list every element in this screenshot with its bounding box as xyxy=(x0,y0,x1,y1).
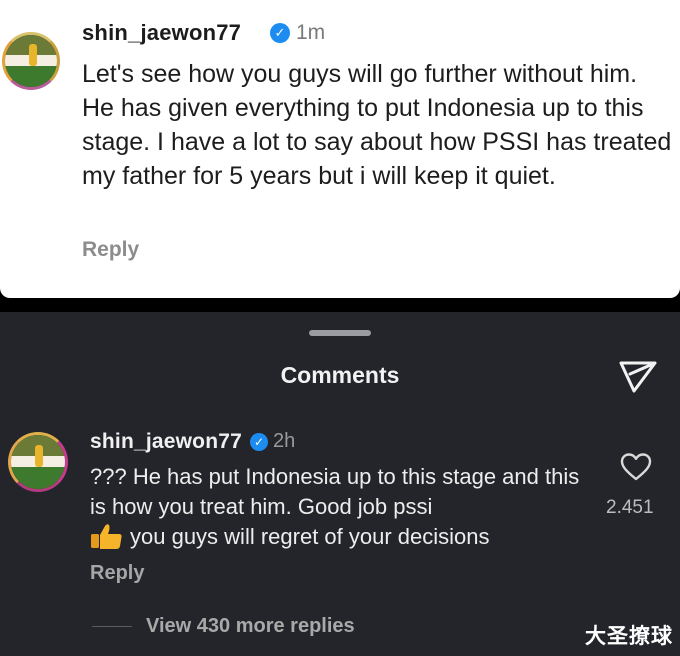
view-more-replies-button[interactable]: View 430 more replies xyxy=(146,615,355,638)
watermark: 大圣撩球 xyxy=(585,625,673,648)
avatar[interactable] xyxy=(2,32,60,90)
comment-timestamp: 2h xyxy=(273,430,296,452)
comment-text: Let's see how you guys will go further w… xyxy=(82,60,672,190)
thumbs-up-icon xyxy=(91,524,122,550)
sheet-drag-handle[interactable] xyxy=(309,330,371,336)
comment-text: ??? He has put Indonesia up to this stag… xyxy=(90,462,590,552)
reply-button[interactable]: Reply xyxy=(82,238,139,262)
like-count: 2.451 xyxy=(606,497,654,518)
verified-badge-icon: ✓ xyxy=(270,23,290,43)
top-comment-card: shin_jaewon77 ✓ 1m Let's see how you guy… xyxy=(0,0,680,298)
heart-icon[interactable] xyxy=(620,452,652,482)
verified-badge-icon: ✓ xyxy=(250,433,268,451)
comment-text-line: ??? He has put Indonesia up to this stag… xyxy=(90,464,580,519)
comment-username[interactable]: shin_jaewon77 xyxy=(90,430,242,454)
comment-username[interactable]: shin_jaewon77 xyxy=(82,20,241,46)
send-icon[interactable] xyxy=(618,360,658,394)
avatar[interactable] xyxy=(8,432,68,492)
reply-button[interactable]: Reply xyxy=(90,562,144,585)
replies-divider xyxy=(92,626,132,627)
comment-timestamp: 1m xyxy=(296,21,326,44)
sheet-title: Comments xyxy=(280,362,400,388)
comment-text-line: you guys will regret of your decisions xyxy=(130,524,490,549)
